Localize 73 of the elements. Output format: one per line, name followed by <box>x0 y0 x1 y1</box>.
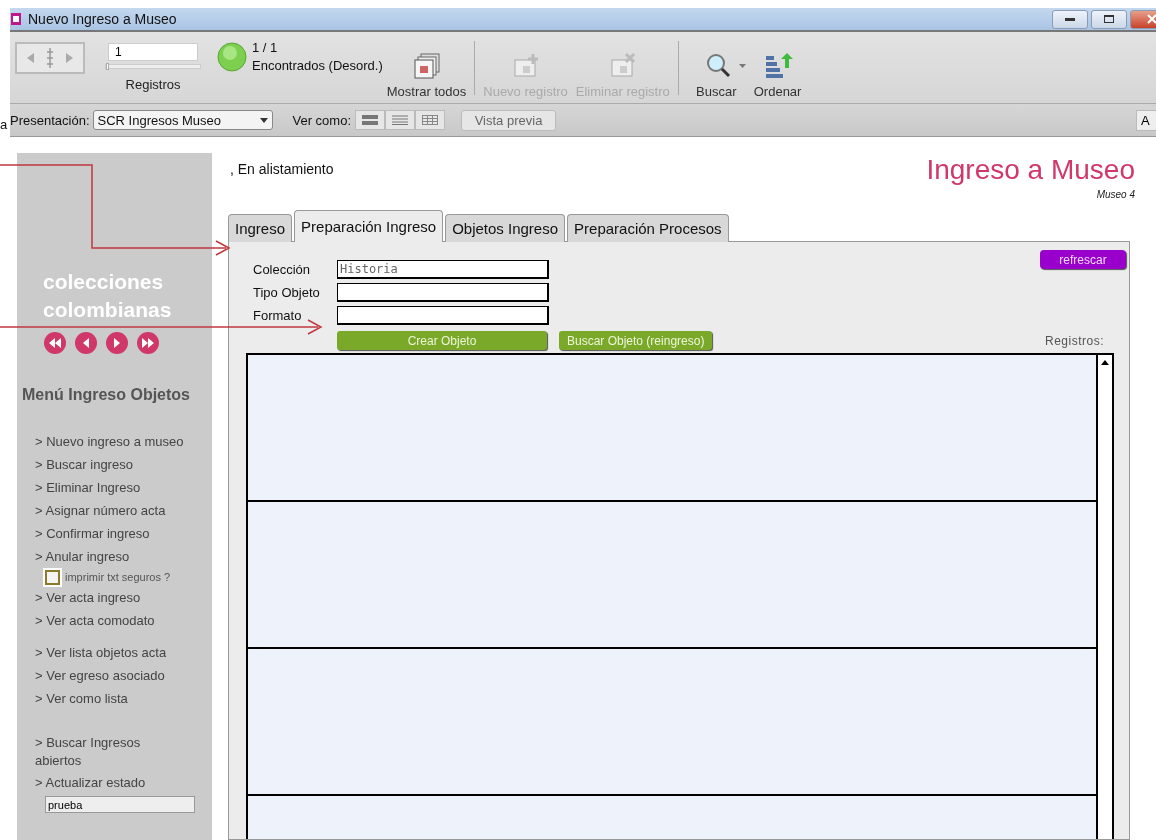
menu-link[interactable]: > Nuevo ingreso a museo <box>35 430 185 453</box>
found-count: 1 / 1 <box>252 38 279 57</box>
dropdown-caret-icon[interactable] <box>738 63 746 68</box>
checkbox-option[interactable]: imprimir txt seguros ? <box>45 568 212 586</box>
show-all-button[interactable]: Mostrar todos <box>382 32 471 103</box>
first-record-button[interactable] <box>44 332 66 354</box>
list-view-icon <box>392 115 409 125</box>
tab[interactable]: Ingreso <box>228 214 293 242</box>
search-icon <box>704 51 733 80</box>
field-label: Formato <box>253 308 303 323</box>
view-form-button[interactable] <box>355 110 386 130</box>
last-record-button[interactable] <box>137 332 159 354</box>
menu-link[interactable]: > Eliminar Ingreso <box>35 476 185 499</box>
status-field[interactable]: prueba <box>45 796 195 813</box>
app-icon <box>10 12 22 26</box>
maximize-icon <box>1104 15 1114 23</box>
menu-link[interactable]: > Ver lista objetos acta <box>35 641 185 664</box>
page-title: Ingreso a Museo <box>926 153 1135 187</box>
window-title: Nuevo Ingreso a Museo <box>28 11 178 27</box>
view-list-button[interactable] <box>385 110 416 130</box>
tab[interactable]: Objetos Ingreso <box>445 214 566 242</box>
slider-thumb[interactable] <box>106 63 109 70</box>
table-view-icon <box>422 115 439 125</box>
tab[interactable]: Preparación Procesos <box>567 214 729 242</box>
close-icon <box>1147 14 1156 24</box>
portal-label: Registros: <box>1044 334 1104 348</box>
status-light-icon <box>217 41 247 72</box>
status-text: , En alistamiento <box>230 161 334 179</box>
menu-link[interactable]: > Asignar número acta <box>35 499 185 522</box>
prev-record-button[interactable] <box>75 332 97 354</box>
menu-link[interactable]: > Anular ingreso <box>35 545 185 568</box>
sort-button[interactable]: Ordenar <box>749 32 806 103</box>
form-view-icon <box>362 115 379 125</box>
input-field[interactable] <box>337 306 549 325</box>
scrollbar[interactable] <box>1096 355 1112 839</box>
search-button[interactable]: Buscar <box>682 32 750 103</box>
checkbox[interactable] <box>45 569 60 585</box>
next-record-button[interactable] <box>106 332 128 354</box>
menu-link[interactable]: > Actualizar estado <box>35 774 185 792</box>
refresh-button[interactable]: refrescar <box>1040 250 1126 269</box>
record-number-field[interactable]: 1 <box>108 43 198 61</box>
tab[interactable]: Preparación Ingreso <box>294 210 444 242</box>
menu-link[interactable]: > Ver acta ingreso <box>35 586 185 609</box>
cut-button[interactable]: A <box>1136 109 1156 131</box>
double-triangle-icon <box>49 338 61 348</box>
cut-text: a <box>0 117 8 132</box>
menu-link[interactable]: > Confirmar ingreso <box>35 522 185 545</box>
stacked-cards-icon <box>411 51 442 80</box>
input-field[interactable] <box>337 283 549 302</box>
layout-label: Presentación: <box>10 112 90 128</box>
dropdown-caret-icon <box>259 117 268 123</box>
minimize-icon <box>1065 17 1075 21</box>
menu-link[interactable]: > Ver acta comodato <box>35 609 185 632</box>
preview-button[interactable]: Vista previa <box>461 109 557 131</box>
input-field[interactable]: Historia <box>337 260 549 279</box>
view-table-button[interactable] <box>415 110 446 130</box>
maximize-button[interactable] <box>1091 9 1127 29</box>
field-label: Colección <box>253 262 312 277</box>
scroll-up-icon[interactable] <box>1100 359 1110 365</box>
menu-link[interactable]: > Ver como lista <box>35 687 185 710</box>
menu-title: Menú Ingreso Objetos <box>22 386 191 404</box>
page-subtitle: Museo 4 <box>1096 189 1135 200</box>
view-as-label: Ver como: <box>292 112 352 128</box>
double-triangle-icon <box>142 338 154 348</box>
record-slider[interactable] <box>105 64 201 69</box>
minimize-button[interactable] <box>1052 9 1088 29</box>
found-status: Encontrados (Desord.) <box>252 56 383 75</box>
field-label: Tipo Objeto <box>253 285 321 300</box>
records-label: Registros <box>125 77 181 92</box>
menu-link[interactable]: > Ver egreso asociado <box>35 664 185 687</box>
menu-link[interactable]: > Buscar Ingresos abiertos <box>35 734 185 770</box>
menu-link[interactable]: > Buscar ingreso <box>35 453 185 476</box>
layout-dropdown[interactable]: SCR Ingresos Museo <box>92 110 273 130</box>
